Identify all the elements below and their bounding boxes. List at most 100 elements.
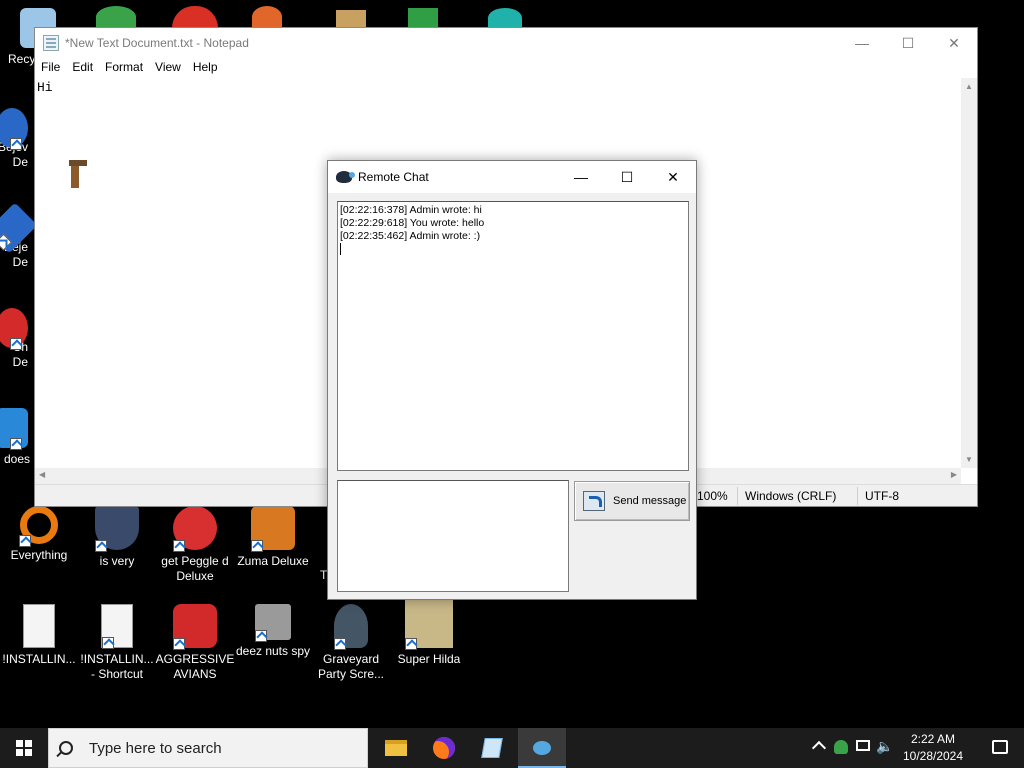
status-divider: [857, 487, 858, 505]
text-file-icon: [23, 604, 55, 648]
close-button[interactable]: ✕: [650, 161, 696, 193]
pixel-character-icon: [405, 600, 453, 650]
send-arrow-icon: [583, 491, 605, 511]
desktop-icon-label: deez nuts spy: [235, 644, 311, 658]
minimize-button[interactable]: —: [839, 28, 885, 58]
shortcut-arrow-icon: [334, 638, 346, 650]
desktop-icon-deez-nuts-spy[interactable]: deez nuts spy: [233, 604, 313, 659]
text-caret: [340, 243, 341, 255]
user-network-icon[interactable]: [834, 740, 848, 754]
desktop-icon-partial-4[interactable]: [336, 10, 366, 28]
desktop-icon-partial-chrome[interactable]: [172, 6, 218, 28]
desktop-icon-installing[interactable]: !INSTALLIN...: [0, 604, 79, 667]
shortcut-arrow-icon: [95, 540, 107, 552]
start-button[interactable]: [0, 728, 48, 768]
scroll-down-arrow-icon[interactable]: ▼: [961, 455, 977, 464]
chat-message: [02:22:16:378] Admin wrote: hi: [340, 204, 482, 216]
scroll-up-arrow-icon[interactable]: ▲: [961, 78, 977, 91]
menu-file[interactable]: File: [37, 58, 68, 78]
remote-chat-window[interactable]: Remote Chat — ☐ ✕ [02:22:16:378] Admin w…: [327, 160, 697, 600]
notepad-menu-bar: File Edit Format View Help: [35, 58, 977, 78]
menu-format[interactable]: Format: [101, 58, 151, 78]
close-button[interactable]: ✕: [931, 28, 977, 58]
windows-logo-icon: [16, 740, 32, 756]
network-icon[interactable]: [856, 740, 870, 751]
taskbar-file-explorer[interactable]: [372, 728, 420, 768]
desktop-icon-label: Graveyard Party Scre...: [317, 652, 385, 681]
scroll-left-arrow-icon[interactable]: ◀: [39, 470, 45, 479]
stacked-windows-icon: [255, 604, 291, 642]
shortcut-arrow-icon: [10, 438, 22, 450]
chat-bubble-icon: [533, 741, 551, 755]
shortcut-arrow-icon: [0, 233, 12, 251]
notepad-title: *New Text Document.txt - Notepad: [65, 36, 249, 50]
desktop-icon-label: !INSTALLIN... - Shortcut: [80, 652, 154, 681]
desktop-icon-is-very[interactable]: is very: [77, 506, 157, 569]
taskbar: Type here to search 🔈 2:22 AM 10/28/2024: [0, 728, 1024, 768]
desktop-icon-aggressive-avians[interactable]: AGGRESSIVE AVIANS: [155, 604, 235, 682]
chat-window-controls: — ☐ ✕: [558, 161, 696, 193]
desktop-icon-partial-3[interactable]: [252, 6, 282, 28]
scroll-right-arrow-icon[interactable]: ▶: [951, 470, 957, 479]
notepad-icon: [481, 738, 503, 758]
chat-title-bar[interactable]: Remote Chat — ☐ ✕: [328, 161, 696, 193]
notepad-window-controls: — ☐ ✕: [839, 28, 977, 58]
shortcut-arrow-icon: [102, 637, 114, 649]
shortcut-arrow-icon: [405, 638, 417, 650]
desktop-icon-partial-6[interactable]: [488, 8, 522, 28]
desktop-icon-label: AGGRESSIVE AVIANS: [155, 652, 235, 681]
status-encoding: UTF-8: [865, 489, 899, 503]
desktop-icon-th[interactable]: Th: [300, 506, 328, 583]
desktop-icon-bejeweled-2[interactable]: Beje De: [0, 202, 38, 270]
taskbar-remote-chat[interactable]: [518, 728, 566, 768]
chat-title: Remote Chat: [358, 170, 429, 184]
taskbar-search-box[interactable]: Type here to search: [48, 728, 368, 768]
desktop-icon-label: Everything: [10, 548, 68, 562]
minimize-button[interactable]: —: [558, 161, 604, 193]
shortcut-arrow-icon: [173, 638, 185, 650]
show-hidden-icons-chevron-icon[interactable]: [811, 740, 827, 756]
hooded-figure-icon: [334, 604, 368, 650]
pistol-cursor-icon: [65, 160, 87, 188]
desktop-icon-super-hilda[interactable]: Super Hilda: [389, 600, 469, 667]
desktop-icon-peggle[interactable]: get Peggle d Deluxe: [155, 506, 235, 584]
notification-center-icon[interactable]: [992, 740, 1008, 754]
notepad-title-bar[interactable]: *New Text Document.txt - Notepad — ☐ ✕: [35, 28, 977, 58]
system-tray: 🔈 2:22 AM 10/28/2024: [811, 728, 1024, 768]
volume-icon[interactable]: 🔈: [876, 738, 893, 755]
menu-view[interactable]: View: [151, 58, 189, 78]
firefox-icon: [433, 737, 455, 759]
menu-edit[interactable]: Edit: [68, 58, 101, 78]
taskbar-clock[interactable]: 2:22 AM 10/28/2024: [898, 731, 968, 765]
chat-message-input[interactable]: [337, 480, 569, 592]
desktop-icon-partial-1[interactable]: [96, 6, 136, 28]
notepad-icon: [43, 35, 59, 51]
desktop-icon-everything[interactable]: Everything: [0, 506, 79, 563]
send-message-button[interactable]: Send message: [574, 481, 690, 521]
status-divider: [737, 487, 738, 505]
everything-search-icon: [19, 506, 58, 547]
search-placeholder: Type here to search: [89, 739, 222, 757]
angry-bird-icon: [173, 604, 217, 650]
search-icon: [59, 741, 73, 755]
desktop-icon-graveyard-party[interactable]: Graveyard Party Scre...: [311, 604, 391, 682]
chat-message-log[interactable]: [02:22:16:378] Admin wrote: hi [02:22:29…: [337, 201, 689, 471]
maximize-button[interactable]: ☐: [604, 161, 650, 193]
shortcut-arrow-icon: [19, 535, 31, 547]
chat-message: [02:22:29:618] You wrote: hello: [340, 217, 485, 229]
desktop-icon-installing-shortcut[interactable]: !INSTALLIN... - Shortcut: [77, 604, 157, 682]
desktop-icon-partial-5[interactable]: [408, 8, 438, 28]
maximize-button[interactable]: ☐: [885, 28, 931, 58]
notepad-text-area[interactable]: Hi: [37, 80, 53, 95]
taskbar-notepad[interactable]: [468, 728, 516, 768]
desktop-icon-bejeweled-1[interactable]: Bejev De: [0, 108, 34, 170]
text-file-icon: [101, 604, 133, 649]
notepad-vertical-scrollbar[interactable]: ▲ ▼: [961, 78, 977, 468]
desktop-icon-does[interactable]: does: [0, 408, 34, 467]
desktop-icon-chuzzle[interactable]: Ch De: [0, 308, 34, 370]
menu-help[interactable]: Help: [189, 58, 226, 78]
status-line-endings: Windows (CRLF): [745, 489, 837, 503]
clock-date: 10/28/2024: [902, 749, 964, 763]
chat-bubble-icon: [336, 171, 355, 183]
taskbar-firefox[interactable]: [420, 728, 468, 768]
